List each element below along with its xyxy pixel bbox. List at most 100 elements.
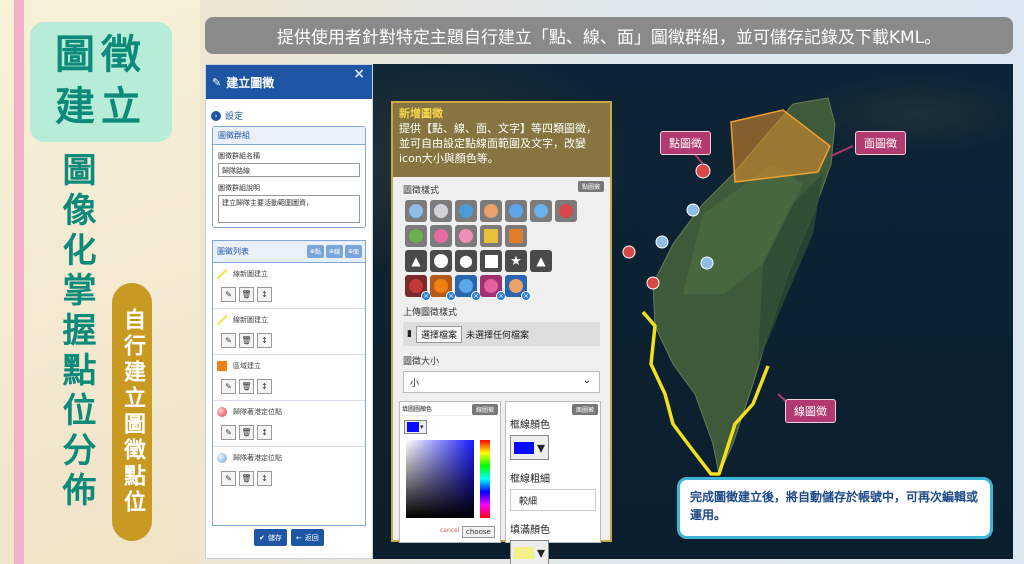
- add-line-button[interactable]: ⊕ 線: [325, 245, 343, 258]
- edit-icon[interactable]: ✎: [221, 287, 236, 302]
- fill-color-select[interactable]: ▾: [510, 540, 550, 564]
- line-marker-icon: [217, 269, 227, 279]
- popup-desc: 提供【點、線、面、文字】等四類圖徵，並可自由設定點線面範圍及文字，改變icon大…: [399, 122, 597, 165]
- item-label: 歸隊著港定位點: [233, 408, 282, 416]
- edit-icon[interactable]: ✎: [221, 425, 236, 440]
- group-panel: 圖徵群組 圖徵群組名稱 歸隊路線 圖徵群組說明 建立歸隊主要活動範圍圖資，: [212, 126, 366, 228]
- check-icon: ✔: [259, 533, 265, 542]
- back-button[interactable]: ← 返回: [290, 529, 324, 546]
- size-label: 圖徵大小: [403, 357, 440, 367]
- color-palette[interactable]: [406, 440, 474, 518]
- red-point: [622, 245, 636, 259]
- remove-icon: ×: [521, 291, 531, 301]
- swirl-icon[interactable]: ×: [455, 275, 481, 301]
- style-panel: 面圖徵 框線顏色 ▾ 框線粗細 較細 填滿顏色 ▾: [505, 401, 601, 564]
- circle-shape-icon[interactable]: [430, 250, 452, 272]
- reorder-icon[interactable]: ↕: [257, 333, 272, 348]
- size-select[interactable]: 小 ⌄: [403, 371, 600, 393]
- choose-button[interactable]: choose: [462, 526, 495, 538]
- reorder-icon[interactable]: ↕: [257, 425, 272, 440]
- upload-status: 未選擇任何檔案: [465, 330, 529, 341]
- add-polygon-button[interactable]: ⊕ 面: [344, 245, 362, 258]
- settings-row[interactable]: › 設定: [211, 109, 366, 122]
- border-color-swatch[interactable]: ▾: [510, 435, 550, 460]
- upload-label: 上傳圖徵樣式: [403, 308, 458, 318]
- orange-dot-icon[interactable]: ×: [505, 275, 531, 301]
- trash-icon[interactable]: 🗑: [239, 333, 254, 348]
- border-width-select[interactable]: 較細: [510, 489, 596, 511]
- warning-orange-icon[interactable]: [505, 225, 527, 247]
- fish-icon[interactable]: ×: [480, 275, 506, 301]
- orange-pin-icon[interactable]: ×: [430, 275, 456, 301]
- left-stripe: [14, 0, 24, 564]
- blue-face-icon[interactable]: [505, 200, 527, 222]
- pink-star-icon[interactable]: [455, 225, 477, 247]
- chevron-right-icon: ›: [211, 110, 221, 121]
- trash-icon[interactable]: 🗑: [239, 471, 254, 486]
- desc-label: 圖徵群組說明: [218, 184, 260, 192]
- hue-slider[interactable]: [480, 440, 490, 518]
- icon-grid: ▲ ⬤ ★ ▲ × × × × ×: [399, 200, 604, 301]
- heart-pin-icon[interactable]: ×: [405, 275, 431, 301]
- pink-flower-icon[interactable]: [430, 225, 452, 247]
- dialog-title: 建立圖徵: [226, 75, 275, 90]
- line-tag: 線圖徵: [471, 404, 498, 415]
- list-item[interactable]: 歸隊著港定位點 ✎ 🗑 ↕: [213, 447, 365, 493]
- item-label: 線新圖建立: [233, 316, 268, 324]
- trash-icon[interactable]: 🗑: [239, 425, 254, 440]
- reorder-icon[interactable]: ↕: [257, 379, 272, 394]
- warning-icon[interactable]: [430, 200, 452, 222]
- add-point-button[interactable]: ⊕ 點: [306, 245, 324, 258]
- blue-point: [655, 235, 669, 249]
- save-button[interactable]: ✔ 儲存: [254, 529, 287, 546]
- edit-icon[interactable]: ✎: [221, 379, 236, 394]
- polygon-feature-tag: 面圖徵: [855, 131, 906, 155]
- reorder-icon[interactable]: ↕: [257, 471, 272, 486]
- style-tag: 點圖徵: [577, 181, 604, 192]
- face-tag: 面圖徵: [571, 404, 598, 415]
- blue-point: [700, 256, 714, 270]
- red-blob-icon[interactable]: [555, 200, 577, 222]
- item-label: 區域建立: [233, 362, 261, 370]
- orange-face-icon[interactable]: [480, 200, 502, 222]
- reorder-icon[interactable]: ↕: [257, 287, 272, 302]
- cloud-icon[interactable]: [530, 200, 552, 222]
- upload-row: ▮ 選擇檔案 未選擇任何檔案: [403, 322, 600, 346]
- fill-color-swatch[interactable]: ▾: [404, 420, 427, 434]
- cancel-link[interactable]: cancel: [440, 527, 459, 534]
- arrow-left-icon: ←: [295, 533, 302, 542]
- square-shape-icon[interactable]: [480, 250, 502, 272]
- line-marker-icon: [217, 315, 227, 325]
- list-item[interactable]: 歸隊著港定位點 ✎ 🗑 ↕: [213, 401, 365, 447]
- triangle-shape-icon[interactable]: ▲: [530, 250, 552, 272]
- edit-icon[interactable]: ✎: [221, 333, 236, 348]
- globe-icon[interactable]: [405, 200, 427, 222]
- trash-icon[interactable]: 🗑: [239, 287, 254, 302]
- edit-icon[interactable]: ✎: [221, 471, 236, 486]
- fill-label: 填圖圖顏色: [402, 406, 433, 413]
- border-width-label: 框線粗細: [510, 474, 550, 485]
- pill-icon[interactable]: [455, 200, 477, 222]
- green-leaf-icon[interactable]: [405, 225, 427, 247]
- popup-title: 新增圖徵: [399, 107, 443, 120]
- close-icon[interactable]: ×: [353, 66, 365, 82]
- dialog-header: ✎ 建立圖徵 ×: [206, 65, 372, 99]
- choose-file-button[interactable]: 選擇檔案: [415, 325, 462, 343]
- warning-yellow-icon[interactable]: [480, 225, 502, 247]
- desc-textarea[interactable]: 建立歸隊主要活動範圍圖資，: [218, 195, 360, 223]
- star-shape-icon[interactable]: ★: [505, 250, 527, 272]
- list-item[interactable]: 線新圖建立 ✎ 🗑 ↕: [213, 263, 365, 309]
- pin-shape-icon[interactable]: ⬤: [455, 250, 477, 272]
- add-feature-popup: 新增圖徵 提供【點、線、面、文字】等四類圖徵，並可自由設定點線面範圍及文字，改變…: [391, 101, 612, 564]
- vertical-title: 圖像化掌握點位分佈: [56, 152, 96, 512]
- triangle-alert-icon[interactable]: ▲: [405, 250, 427, 272]
- popup-header: 新增圖徵 提供【點、線、面、文字】等四類圖徵，並可自由設定點線面範圍及文字，改變…: [393, 103, 610, 177]
- list-item[interactable]: 區域建立 ✎ 🗑 ↕: [213, 355, 365, 401]
- name-input[interactable]: 歸隊路線: [218, 163, 360, 177]
- style-label: 圖徵樣式 點圖徵: [403, 181, 604, 196]
- pill-label: 自行建立圖徵點位: [112, 283, 152, 541]
- trash-icon[interactable]: 🗑: [239, 379, 254, 394]
- list-item[interactable]: 線新圖建立 ✎ 🗑 ↕: [213, 309, 365, 355]
- blue-point: [686, 203, 700, 217]
- blue-point-icon: [217, 453, 227, 463]
